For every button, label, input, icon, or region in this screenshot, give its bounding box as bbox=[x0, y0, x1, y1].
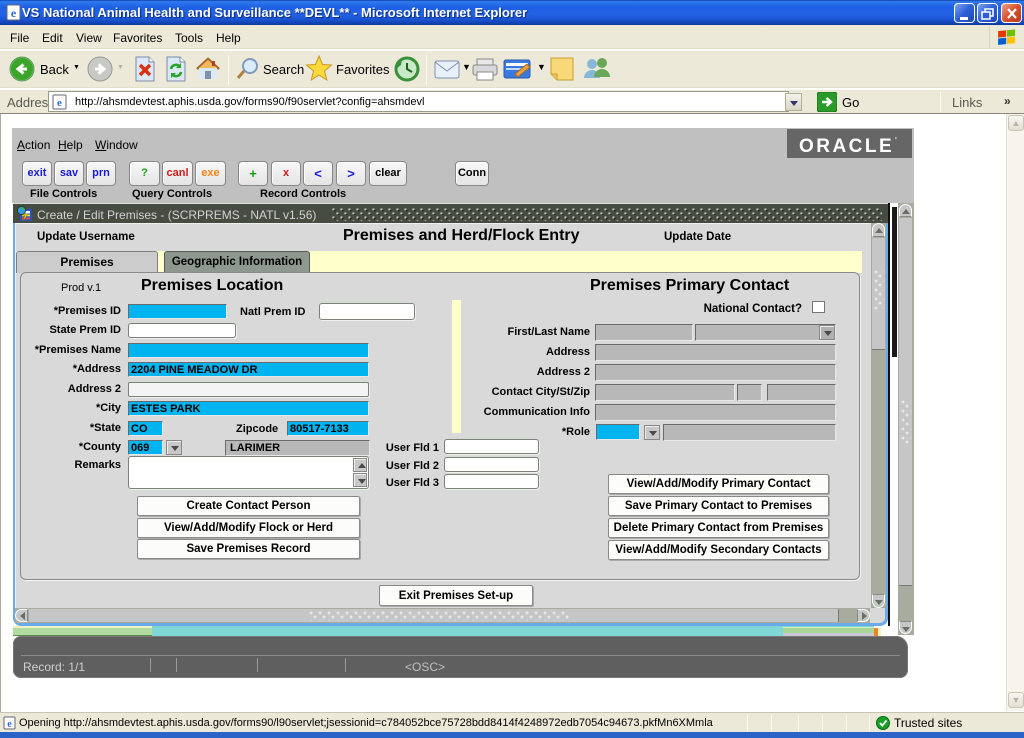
svg-text:e: e bbox=[7, 719, 12, 730]
svg-text:e: e bbox=[11, 6, 17, 20]
svg-text:e: e bbox=[57, 97, 62, 109]
